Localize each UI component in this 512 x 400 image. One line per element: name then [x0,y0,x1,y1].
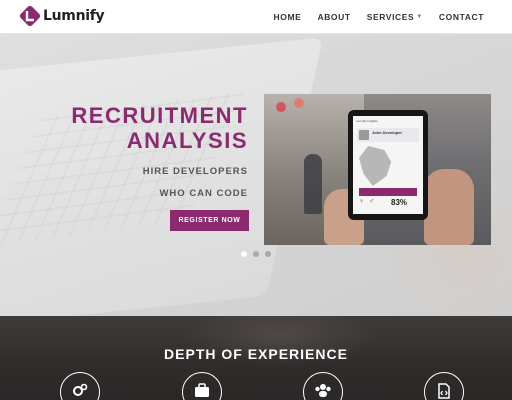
hero-title-line1: RECRUITMENT [71,103,248,128]
hero-photo: Lumnify Insights John Developer ♀ ♂ 83% [264,94,491,245]
hero-subtitle-line2: WHO CAN CODE [159,188,248,199]
briefcase-icon [195,383,209,397]
nav-contact[interactable]: CONTACT [439,12,484,22]
tablet-device: Lumnify Insights John Developer ♀ ♂ 83% [348,110,428,220]
score-bar [359,188,417,196]
person-icon: ♂ [369,198,375,205]
hero-slider: RECRUITMENT ANALYSIS HIRE DEVELOPERS WHO… [0,34,512,316]
chevron-down-icon: ▼ [416,14,423,20]
photo-hand-right [424,169,474,245]
experience-title: DEPTH OF EXPERIENCE [164,346,348,362]
nav-about[interactable]: ABOUT [317,12,350,22]
nav-services-label: SERVICES [366,12,415,22]
gears-icon [73,383,88,396]
nav-home[interactable]: HOME [274,12,302,22]
candidate-name: John Developer [372,130,403,135]
logo-text: Lumnify [43,8,105,24]
photo-person [304,154,322,214]
avatar [359,130,369,140]
photo-light [294,98,304,108]
person-icon: ♀ [359,198,365,205]
main-nav: HOME ABOUT SERVICES ▼ CONTACT [258,0,484,34]
users-icon [315,384,331,397]
register-now-button[interactable]: REGISTER NOW [170,210,249,231]
slide-dot-1[interactable] [241,251,247,257]
candidate-card: John Developer [357,128,419,142]
code-file-icon [438,383,450,399]
hero-title-line2: ANALYSIS [126,128,248,153]
slide-dot-3[interactable] [265,251,271,257]
logo-mark-icon [19,5,41,27]
tablet-screen-header: Lumnify Insights [356,119,378,123]
site-header: Lumnify HOME ABOUT SERVICES ▼ CONTACT [0,0,512,34]
nav-services[interactable]: SERVICES ▼ [367,12,423,22]
hero-title: RECRUITMENT ANALYSIS [71,103,248,153]
world-map-graphic [359,146,392,186]
slider-pagination [0,251,512,257]
hero-subtitle-line1: HIRE DEVELOPERS [142,166,248,177]
slide-dot-2[interactable] [253,251,259,257]
tablet-screen: Lumnify Insights John Developer ♀ ♂ 83% [353,116,423,214]
photo-light [276,102,286,112]
score-percent: 83% [391,198,408,207]
logo[interactable]: Lumnify [19,5,105,27]
